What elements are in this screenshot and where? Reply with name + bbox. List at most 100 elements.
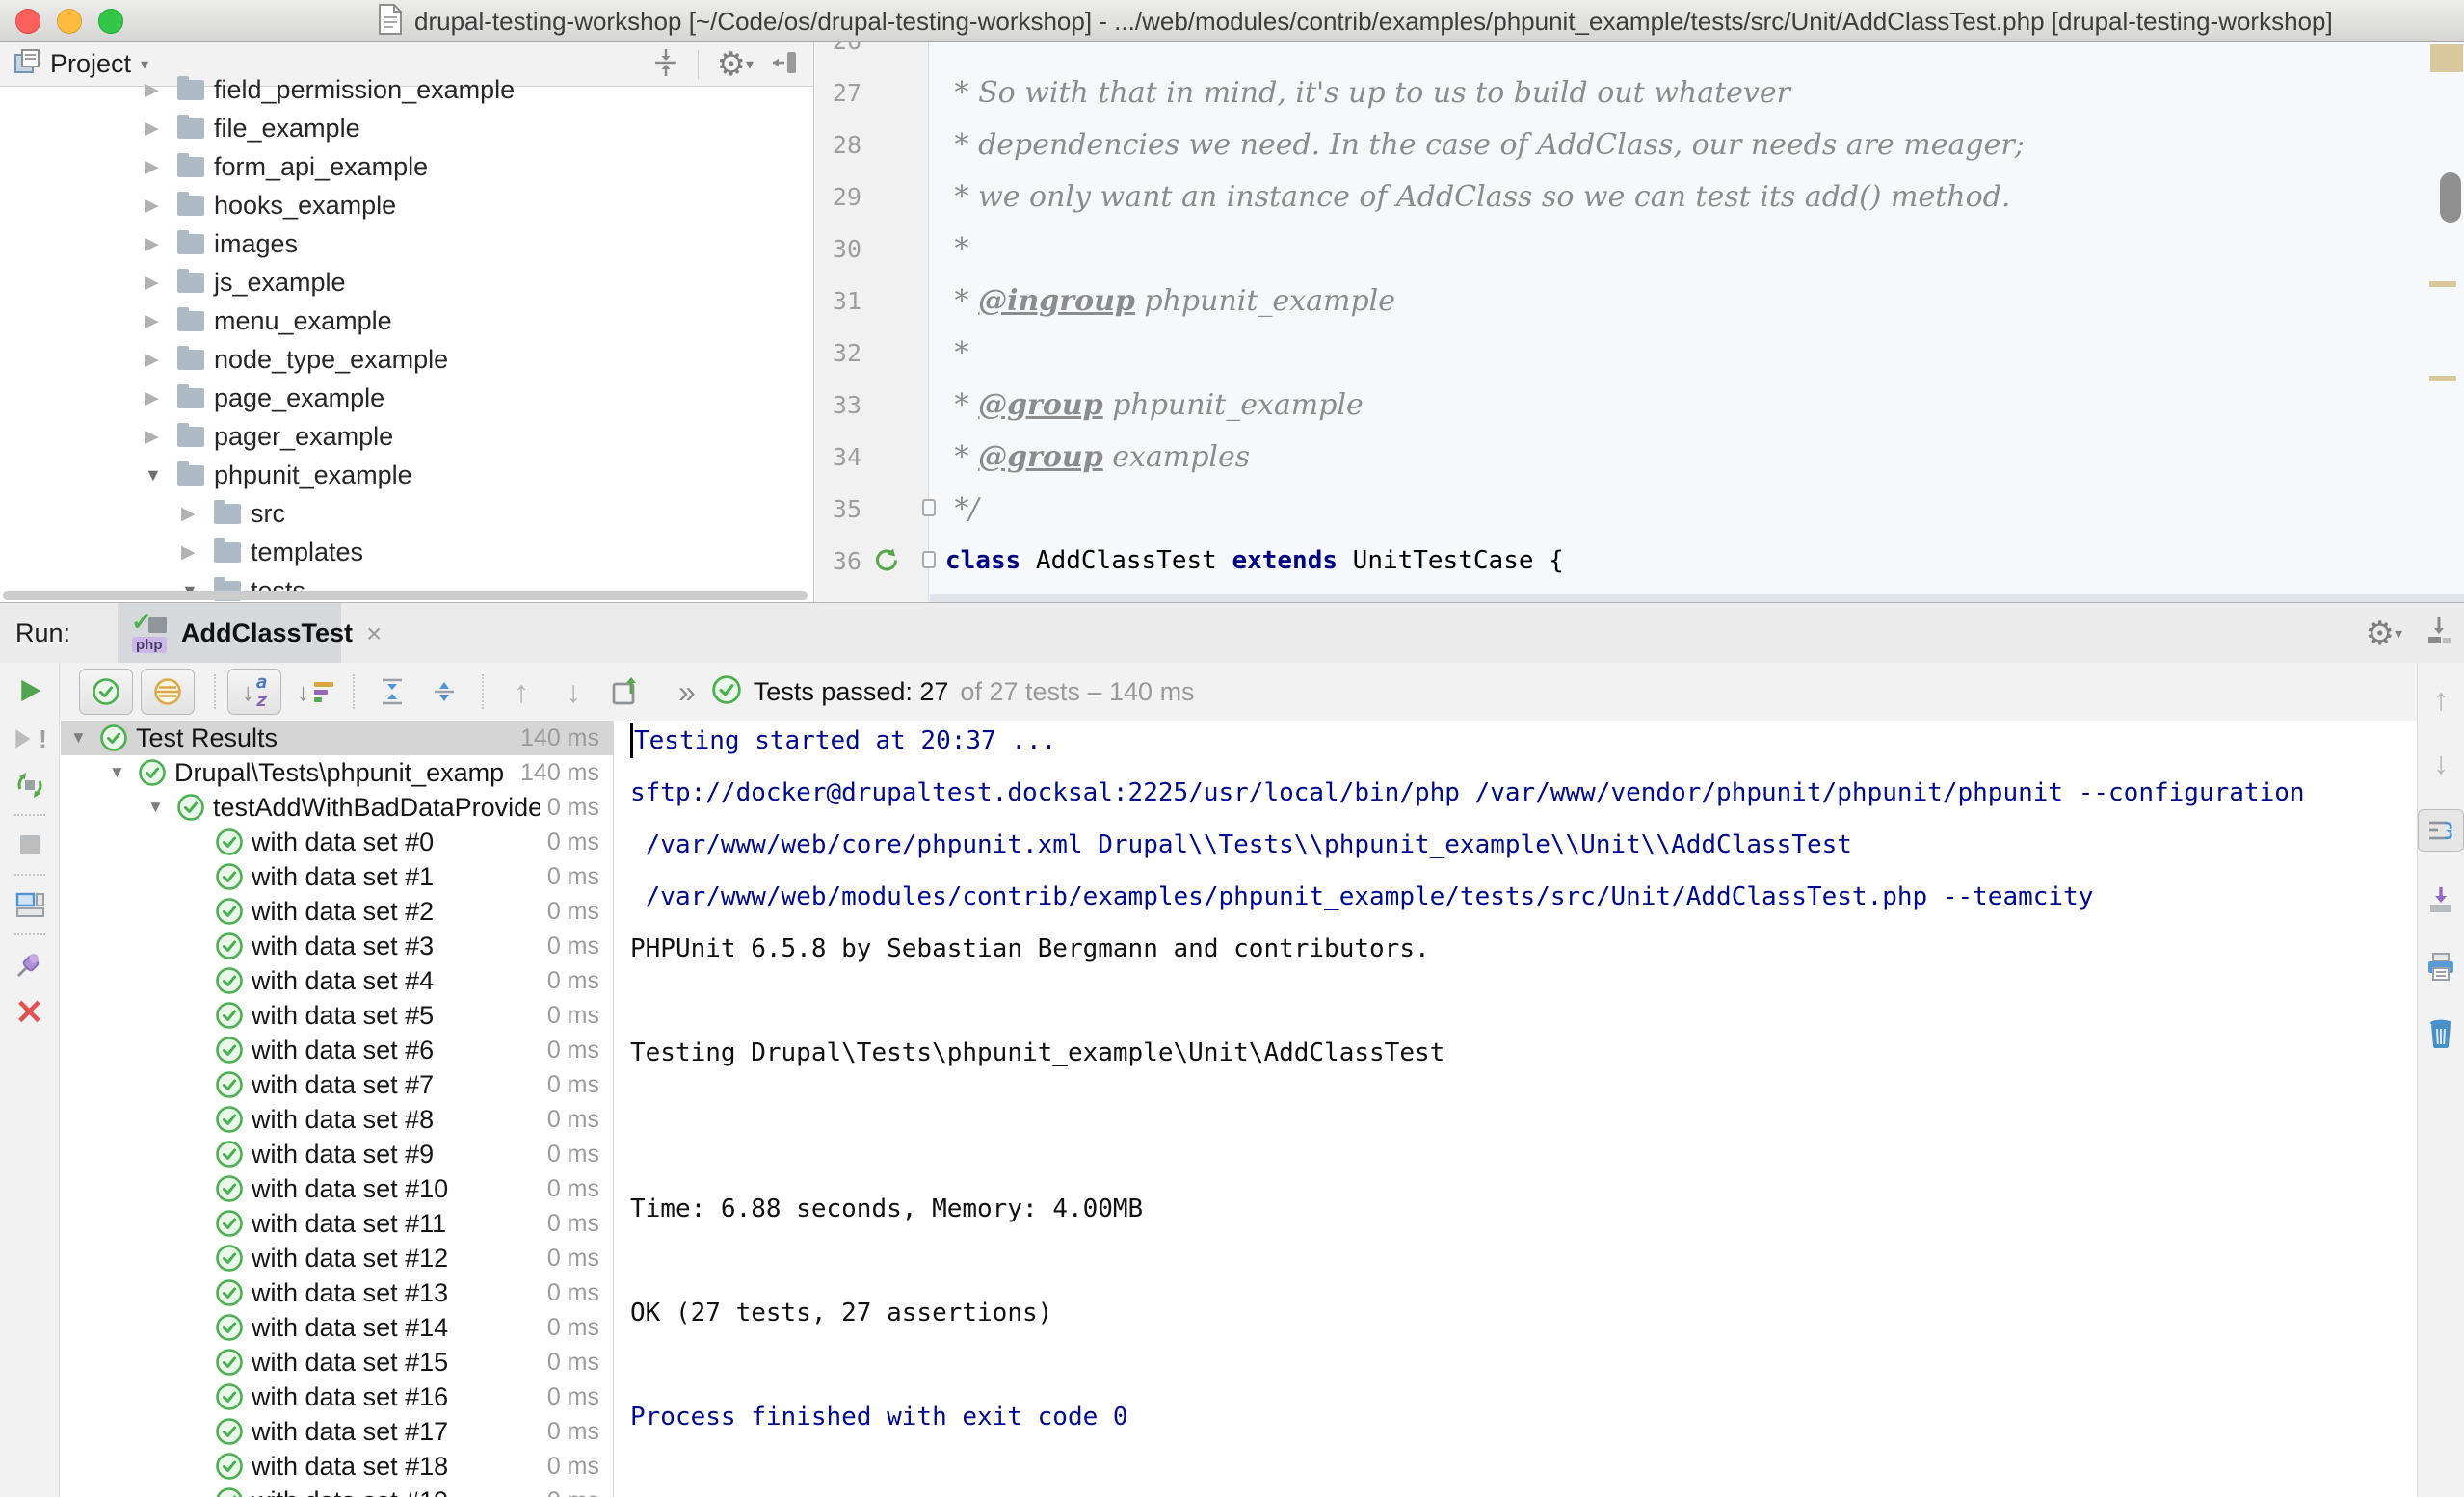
test-tree-row[interactable]: with data set #60 ms bbox=[61, 1033, 613, 1067]
chevron-right-icon[interactable]: ▶ bbox=[145, 272, 177, 294]
sort-alphabetically-button[interactable]: ↓az bbox=[227, 669, 281, 715]
test-console[interactable]: Testing started at 20:37 ...sftp://docke… bbox=[615, 721, 2417, 1497]
test-tree-row[interactable]: with data set #20 ms bbox=[61, 894, 613, 929]
collapse-all-icon[interactable] bbox=[421, 669, 467, 715]
code-text: * @ingroup phpunit_example bbox=[929, 284, 1395, 318]
dock-window-icon[interactable] bbox=[2424, 616, 2454, 651]
test-tree-row[interactable]: with data set #190 ms bbox=[61, 1484, 613, 1497]
test-tree-row[interactable]: with data set #100 ms bbox=[61, 1171, 613, 1206]
restore-layout-icon[interactable] bbox=[0, 882, 60, 927]
toggle-auto-test-icon[interactable] bbox=[0, 763, 60, 807]
test-name: with data set #18 bbox=[252, 1452, 540, 1482]
project-tree-item[interactable]: ▶page_example bbox=[0, 379, 813, 417]
error-stripe-mark[interactable] bbox=[2430, 44, 2463, 72]
chevron-right-icon[interactable]: ▶ bbox=[145, 233, 177, 255]
chevron-right-icon[interactable]: ▶ bbox=[145, 387, 177, 409]
project-tree-item[interactable]: ▶form_api_example bbox=[0, 147, 813, 186]
test-passed-icon bbox=[215, 1001, 244, 1030]
project-tree-item[interactable]: ▶node_type_example bbox=[0, 340, 813, 379]
test-tree-row[interactable]: with data set #170 ms bbox=[61, 1414, 613, 1449]
project-tree-item[interactable]: ▶ hooks_example bbox=[0, 186, 813, 224]
zoom-window-button[interactable] bbox=[98, 9, 123, 34]
test-tree-row[interactable]: with data set #120 ms bbox=[61, 1241, 613, 1275]
console-line bbox=[630, 1339, 2417, 1391]
test-tree-row[interactable]: with data set #30 ms bbox=[61, 929, 613, 963]
close-window-button[interactable] bbox=[15, 9, 40, 34]
test-tree-row[interactable]: with data set #160 ms bbox=[61, 1379, 613, 1414]
chevron-right-icon[interactable]: ▶ bbox=[145, 310, 177, 332]
chevron-down-icon[interactable]: ▼ bbox=[147, 798, 176, 817]
fold-marker-icon[interactable] bbox=[922, 551, 936, 568]
project-tree-item[interactable]: ▶src bbox=[0, 494, 813, 533]
export-test-results-icon[interactable] bbox=[602, 669, 649, 715]
print-icon[interactable] bbox=[2418, 946, 2464, 988]
horizontal-scrollbar[interactable] bbox=[3, 591, 808, 600]
code-editor[interactable]: 2627 * So with that in mind, it's up to … bbox=[815, 42, 2464, 602]
project-tree-item[interactable]: ▶menu_example bbox=[0, 302, 813, 340]
stop-button[interactable] bbox=[0, 823, 60, 867]
fold-marker-icon[interactable] bbox=[922, 499, 936, 516]
test-tree-row[interactable]: with data set #130 ms bbox=[61, 1275, 613, 1310]
test-tree-row[interactable]: with data set #150 ms bbox=[61, 1345, 613, 1379]
chevron-right-icon[interactable]: ▶ bbox=[145, 118, 177, 140]
project-tree-item[interactable]: ▶images bbox=[0, 224, 813, 263]
project-tree-item[interactable]: ▼phpunit_example bbox=[0, 456, 813, 494]
test-duration: 0 ms bbox=[547, 828, 599, 856]
show-passed-button[interactable] bbox=[79, 669, 133, 715]
previous-occurrence-icon[interactable]: ↑ bbox=[498, 669, 544, 715]
scroll-up-icon[interactable]: ↑ bbox=[2418, 678, 2464, 721]
gutter-icons bbox=[861, 275, 929, 327]
project-tree-item[interactable]: ▶js_example bbox=[0, 263, 813, 302]
error-stripe-mark[interactable] bbox=[2429, 376, 2456, 381]
project-tree-item[interactable]: ▶field_permission_example bbox=[0, 70, 813, 109]
test-tree-row[interactable]: with data set #140 ms bbox=[61, 1310, 613, 1345]
clear-all-icon[interactable] bbox=[2418, 1011, 2464, 1054]
expand-all-icon[interactable] bbox=[369, 669, 415, 715]
test-tree-row[interactable]: with data set #10 ms bbox=[61, 859, 613, 894]
rerun-button[interactable] bbox=[0, 669, 60, 713]
chevron-down-icon[interactable]: ▼ bbox=[70, 728, 99, 748]
chevron-right-icon[interactable]: ▶ bbox=[145, 195, 177, 217]
test-tree-row[interactable]: with data set #80 ms bbox=[61, 1102, 613, 1137]
test-tree-row[interactable]: with data set #180 ms bbox=[61, 1449, 613, 1484]
test-tree-row[interactable]: with data set #90 ms bbox=[61, 1137, 613, 1171]
chevron-right-icon[interactable]: ▶ bbox=[181, 541, 214, 564]
project-tree-item[interactable]: ▶pager_example bbox=[0, 417, 813, 456]
chevron-right-icon[interactable]: ▶ bbox=[145, 426, 177, 448]
pin-tab-icon[interactable] bbox=[0, 942, 60, 986]
test-tree-row[interactable]: with data set #00 ms bbox=[61, 825, 613, 859]
project-tree-item[interactable]: ▶file_example bbox=[0, 109, 813, 147]
project-tree-item[interactable]: ▶templates bbox=[0, 533, 813, 571]
scroll-down-icon[interactable]: ↓ bbox=[2418, 742, 2464, 784]
close-tab-icon[interactable]: × bbox=[366, 618, 382, 649]
chevron-down-icon[interactable]: ▼ bbox=[109, 763, 138, 782]
next-occurrence-icon[interactable]: ↓ bbox=[550, 669, 596, 715]
test-tree-row[interactable]: ▼testAddWithBadDataProvide0 ms bbox=[61, 790, 613, 825]
close-panel-icon[interactable]: ✕ bbox=[0, 990, 60, 1035]
gear-icon[interactable]: ⚙▾ bbox=[2365, 615, 2402, 653]
editor-scrollbar-thumb[interactable] bbox=[2440, 172, 2461, 223]
error-stripe-mark[interactable] bbox=[2429, 281, 2456, 287]
chevron-right-icon[interactable]: ▶ bbox=[145, 79, 177, 101]
test-tree-row[interactable]: with data set #110 ms bbox=[61, 1206, 613, 1241]
chevron-double-icon[interactable]: » bbox=[678, 674, 696, 710]
test-tree-row[interactable]: ▼Test Results140 ms bbox=[61, 721, 613, 755]
chevron-down-icon[interactable]: ▼ bbox=[145, 465, 177, 486]
test-tree-row[interactable]: with data set #50 ms bbox=[61, 998, 613, 1033]
rerun-failed-tests-icon[interactable]: ! bbox=[0, 717, 60, 761]
test-tree-row[interactable]: with data set #70 ms bbox=[61, 1067, 613, 1102]
test-tree-row[interactable]: with data set #40 ms bbox=[61, 963, 613, 998]
run-tab-addclasstest[interactable]: ✓ php AddClassTest × bbox=[118, 603, 341, 664]
sort-by-duration-icon[interactable]: ↓ bbox=[292, 669, 338, 715]
run-test-gutter-icon[interactable] bbox=[873, 547, 899, 578]
test-tree-row[interactable]: ▼Drupal\Tests\phpunit_examp140 ms bbox=[61, 755, 613, 790]
chevron-right-icon[interactable]: ▶ bbox=[181, 503, 214, 525]
scroll-to-end-icon[interactable] bbox=[2418, 879, 2464, 921]
show-ignored-button[interactable] bbox=[141, 669, 195, 715]
chevron-right-icon[interactable]: ▶ bbox=[145, 156, 177, 178]
minimize-window-button[interactable] bbox=[57, 9, 82, 34]
tree-item-label: hooks_example bbox=[214, 191, 396, 221]
chevron-right-icon[interactable]: ▶ bbox=[145, 349, 177, 371]
folder-icon bbox=[177, 157, 204, 177]
soft-wrap-toggle-icon[interactable] bbox=[2418, 809, 2464, 852]
